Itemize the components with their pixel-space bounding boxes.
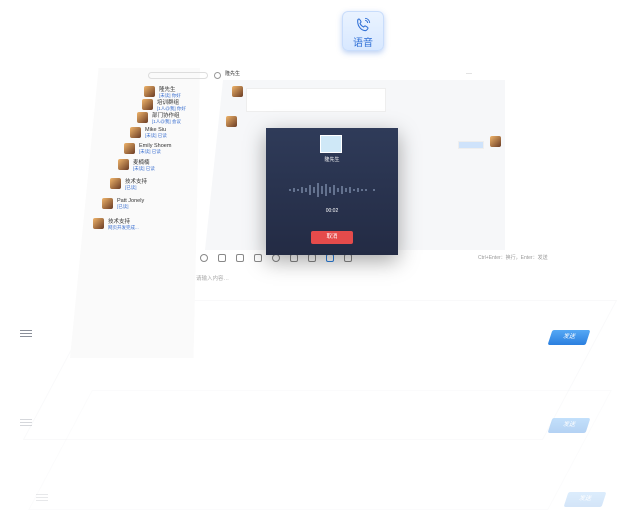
list-item[interactable]: 技术支持 网页开发完成...	[93, 215, 139, 232]
send-button: 发送	[547, 418, 591, 433]
message-input[interactable]: 请输入内容…	[196, 274, 229, 282]
avatar	[232, 86, 243, 97]
voice-call-panel: 隆先生 00:02 取消	[266, 128, 398, 255]
video-icon[interactable]	[344, 254, 352, 262]
phone-icon	[357, 17, 371, 32]
file-icon[interactable]	[236, 254, 244, 262]
send-button[interactable]: 发送	[547, 330, 591, 345]
voice-call-badge[interactable]: 语音	[342, 11, 384, 51]
avatar	[102, 198, 113, 209]
list-item[interactable]: 麦楠楠 [未读] 已读	[118, 156, 155, 173]
avatar	[226, 116, 237, 127]
image-icon[interactable]	[218, 254, 226, 262]
list-item[interactable]: 技术支持 [已读]	[110, 175, 147, 192]
avatar	[490, 136, 501, 147]
menu-icon[interactable]	[20, 328, 32, 337]
menu-icon	[36, 492, 48, 501]
more-icon[interactable]: ···	[466, 71, 472, 77]
emoji-icon[interactable]	[200, 254, 208, 262]
phone-call-icon[interactable]	[326, 254, 334, 262]
at-icon[interactable]	[272, 254, 280, 262]
send-button: 发送	[563, 492, 607, 507]
avatar	[137, 112, 148, 123]
audio-waveform	[289, 183, 375, 197]
chat-peer-name: 隆先生	[225, 71, 241, 77]
voice-label: 语音	[353, 38, 373, 49]
cancel-call-button[interactable]: 取消	[311, 231, 353, 244]
list-item[interactable]: Emily Shoem [未读] 已读	[124, 140, 171, 157]
call-duration: 00:02	[325, 208, 339, 214]
add-icon[interactable]	[214, 72, 221, 79]
stage: { "voice_badge": {"label": "语音"}, "chat"…	[0, 0, 622, 528]
avatar	[110, 178, 121, 189]
avatar	[124, 143, 135, 154]
message-bubble	[246, 88, 386, 112]
list-item[interactable]: Patt Jonely [已读]	[102, 195, 144, 212]
message-bubble	[458, 141, 484, 149]
menu-icon	[20, 417, 32, 426]
avatar	[130, 127, 141, 138]
call-peer-name: 隆先生	[324, 157, 340, 163]
avatar	[320, 135, 342, 153]
avatar	[93, 218, 104, 229]
search-input[interactable]	[148, 72, 208, 79]
avatar	[118, 159, 129, 170]
shortcut-hint: Ctrl+Enter：换行，Enter：发送	[478, 255, 548, 261]
contact-icon[interactable]	[308, 254, 316, 262]
screenshot-icon[interactable]	[290, 254, 298, 262]
calendar-icon[interactable]	[254, 254, 262, 262]
bg-layer	[28, 390, 612, 510]
list-item[interactable]: Mike Siu [未读] 已读	[130, 124, 167, 141]
